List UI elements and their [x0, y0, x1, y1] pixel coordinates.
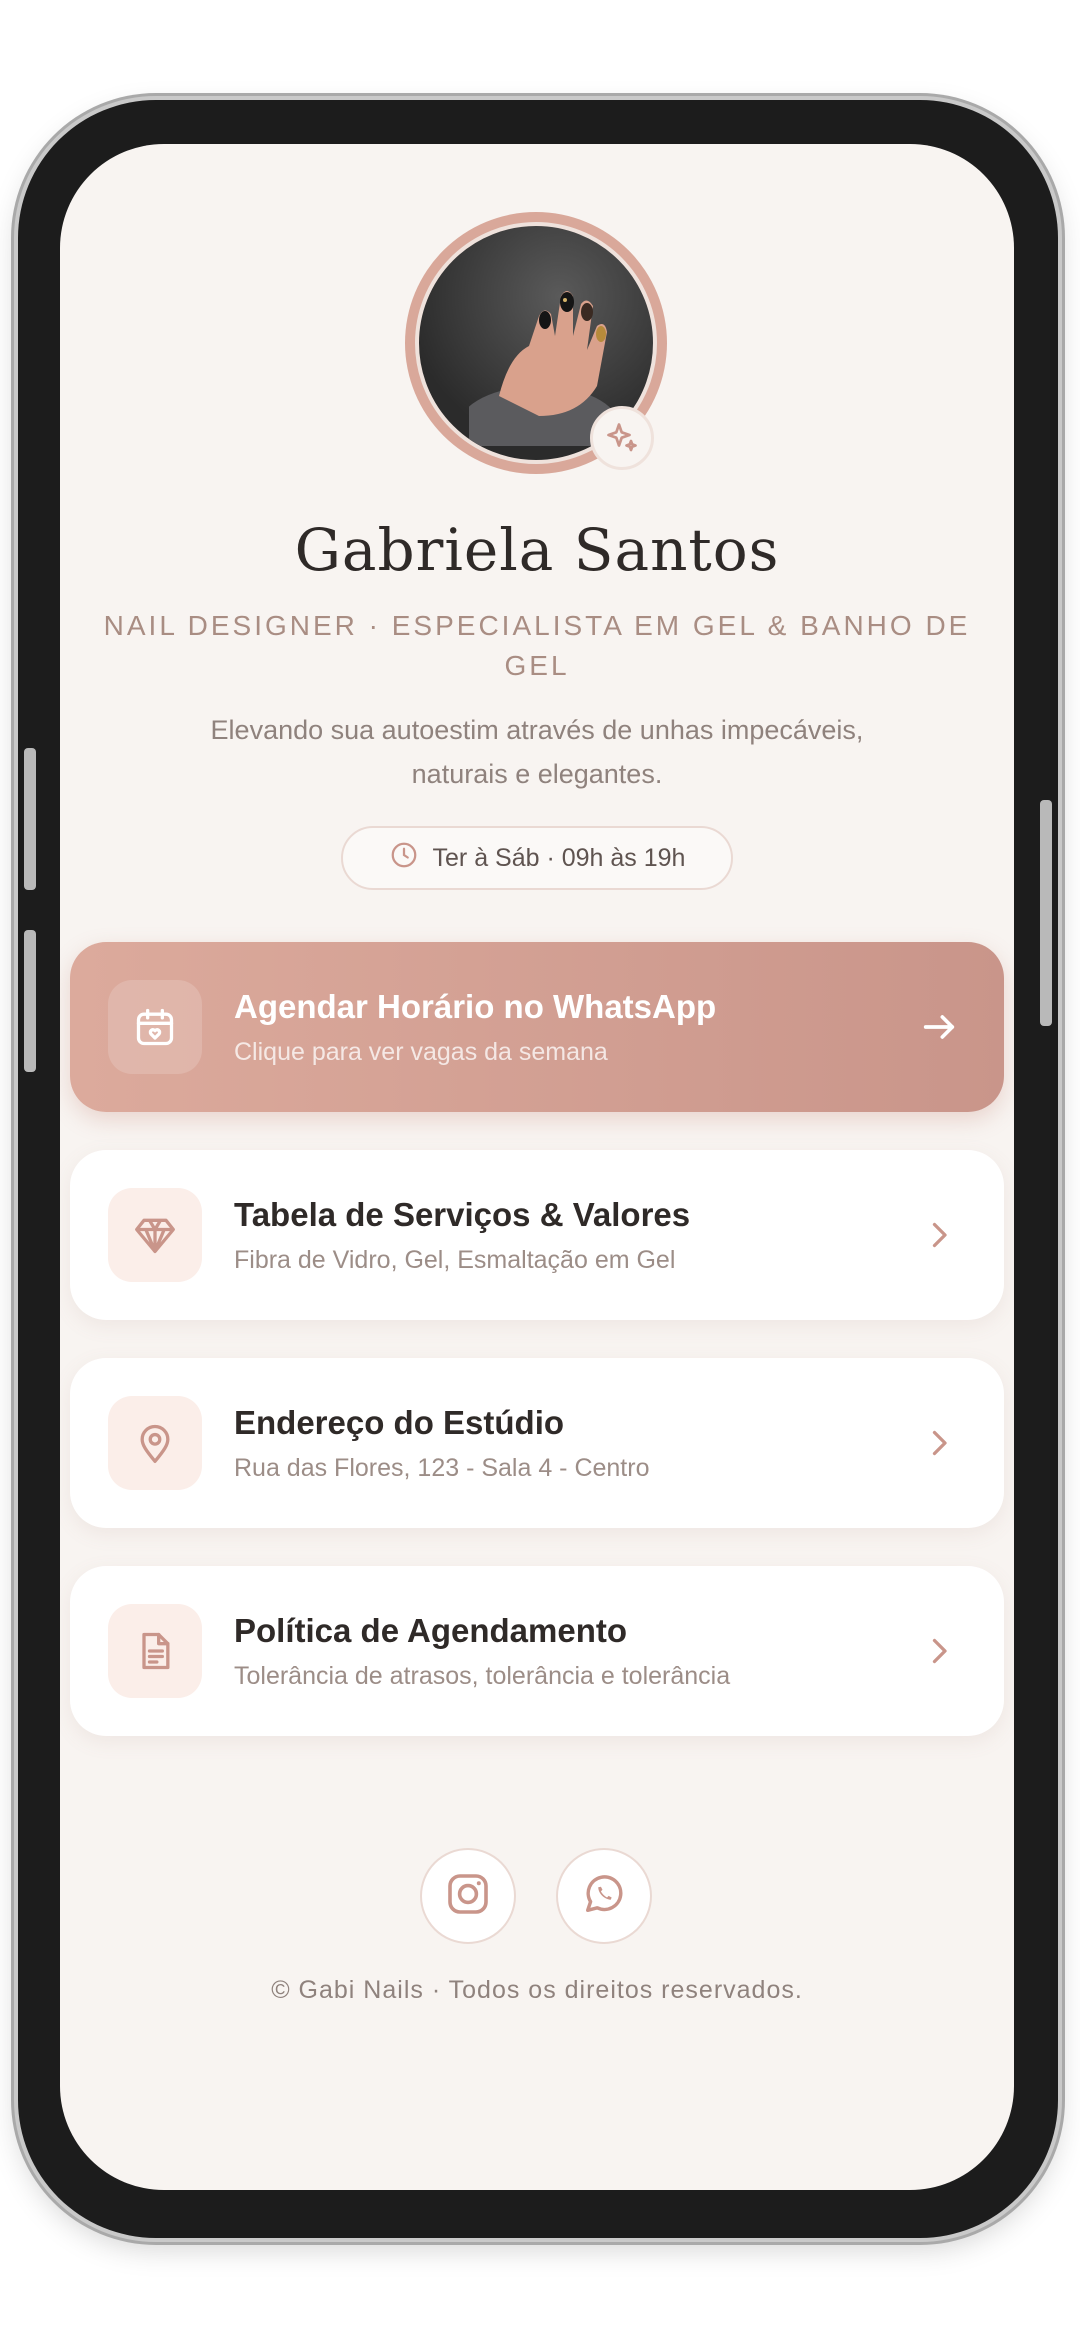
- volume-up-button: [24, 748, 36, 890]
- services-price-table-link[interactable]: Tabela de Serviços & Valores Fibra de Vi…: [70, 1150, 1004, 1320]
- footer-copyright: © Gabi Nails · Todos os direitos reserva…: [271, 1976, 803, 2004]
- card-title: Agendar Horário no WhatsApp: [234, 988, 717, 1025]
- chevron-right-icon: [914, 1418, 964, 1468]
- booking-policy-link[interactable]: Política de Agendamento Tolerância de at…: [70, 1566, 1004, 1736]
- diamond-icon: [108, 1188, 202, 1282]
- whatsapp-icon: [581, 1871, 627, 1922]
- studio-address-link[interactable]: Endereço do Estúdio Rua das Flores, 123 …: [70, 1358, 1004, 1528]
- profile-name: Gabriela Santos: [294, 516, 780, 584]
- clock-icon: [389, 840, 419, 877]
- instagram-icon: [444, 1870, 492, 1923]
- arrow-right-icon: [914, 1002, 964, 1052]
- business-hours-badge: Ter à Sáb · 09h às 19h: [341, 826, 733, 890]
- power-button: [1040, 800, 1052, 1026]
- whatsapp-booking-button[interactable]: Agendar Horário no WhatsApp Clique para …: [70, 942, 1004, 1112]
- sparkle-icon: [590, 406, 654, 470]
- card-subtitle: Fibra de Vidro, Gel, Esmaltação em Gel: [234, 1246, 676, 1274]
- chevron-right-icon: [914, 1210, 964, 1260]
- business-hours-text: Ter à Sáb · 09h às 19h: [432, 843, 686, 872]
- card-title: Política de Agendamento: [234, 1612, 628, 1649]
- profile-bio: Elevando sua autoestim através de unhas …: [210, 715, 864, 789]
- calendar-heart-icon: [108, 980, 202, 1074]
- card-title: Endereço do Estúdio: [234, 1404, 565, 1441]
- phone-screen: Gabriela Santos NAIL DESIGNER · ESPECIAL…: [60, 144, 1014, 2190]
- profile-role: NAIL DESIGNER · ESPECIALISTA EM GEL & BA…: [103, 610, 971, 681]
- chevron-right-icon: [914, 1626, 964, 1676]
- card-subtitle: Tolerância de atrasos, tolerância e tole…: [234, 1662, 731, 1690]
- volume-down-button: [24, 930, 36, 1072]
- card-subtitle: Rua das Flores, 123 - Sala 4 - Centro: [234, 1454, 650, 1482]
- card-title: Tabela de Serviços & Valores: [234, 1196, 691, 1233]
- card-subtitle: Clique para ver vagas da semana: [234, 1038, 608, 1066]
- document-icon: [108, 1604, 202, 1698]
- instagram-button[interactable]: [420, 1848, 516, 1944]
- map-pin-icon: [108, 1396, 202, 1490]
- whatsapp-button[interactable]: [556, 1848, 652, 1944]
